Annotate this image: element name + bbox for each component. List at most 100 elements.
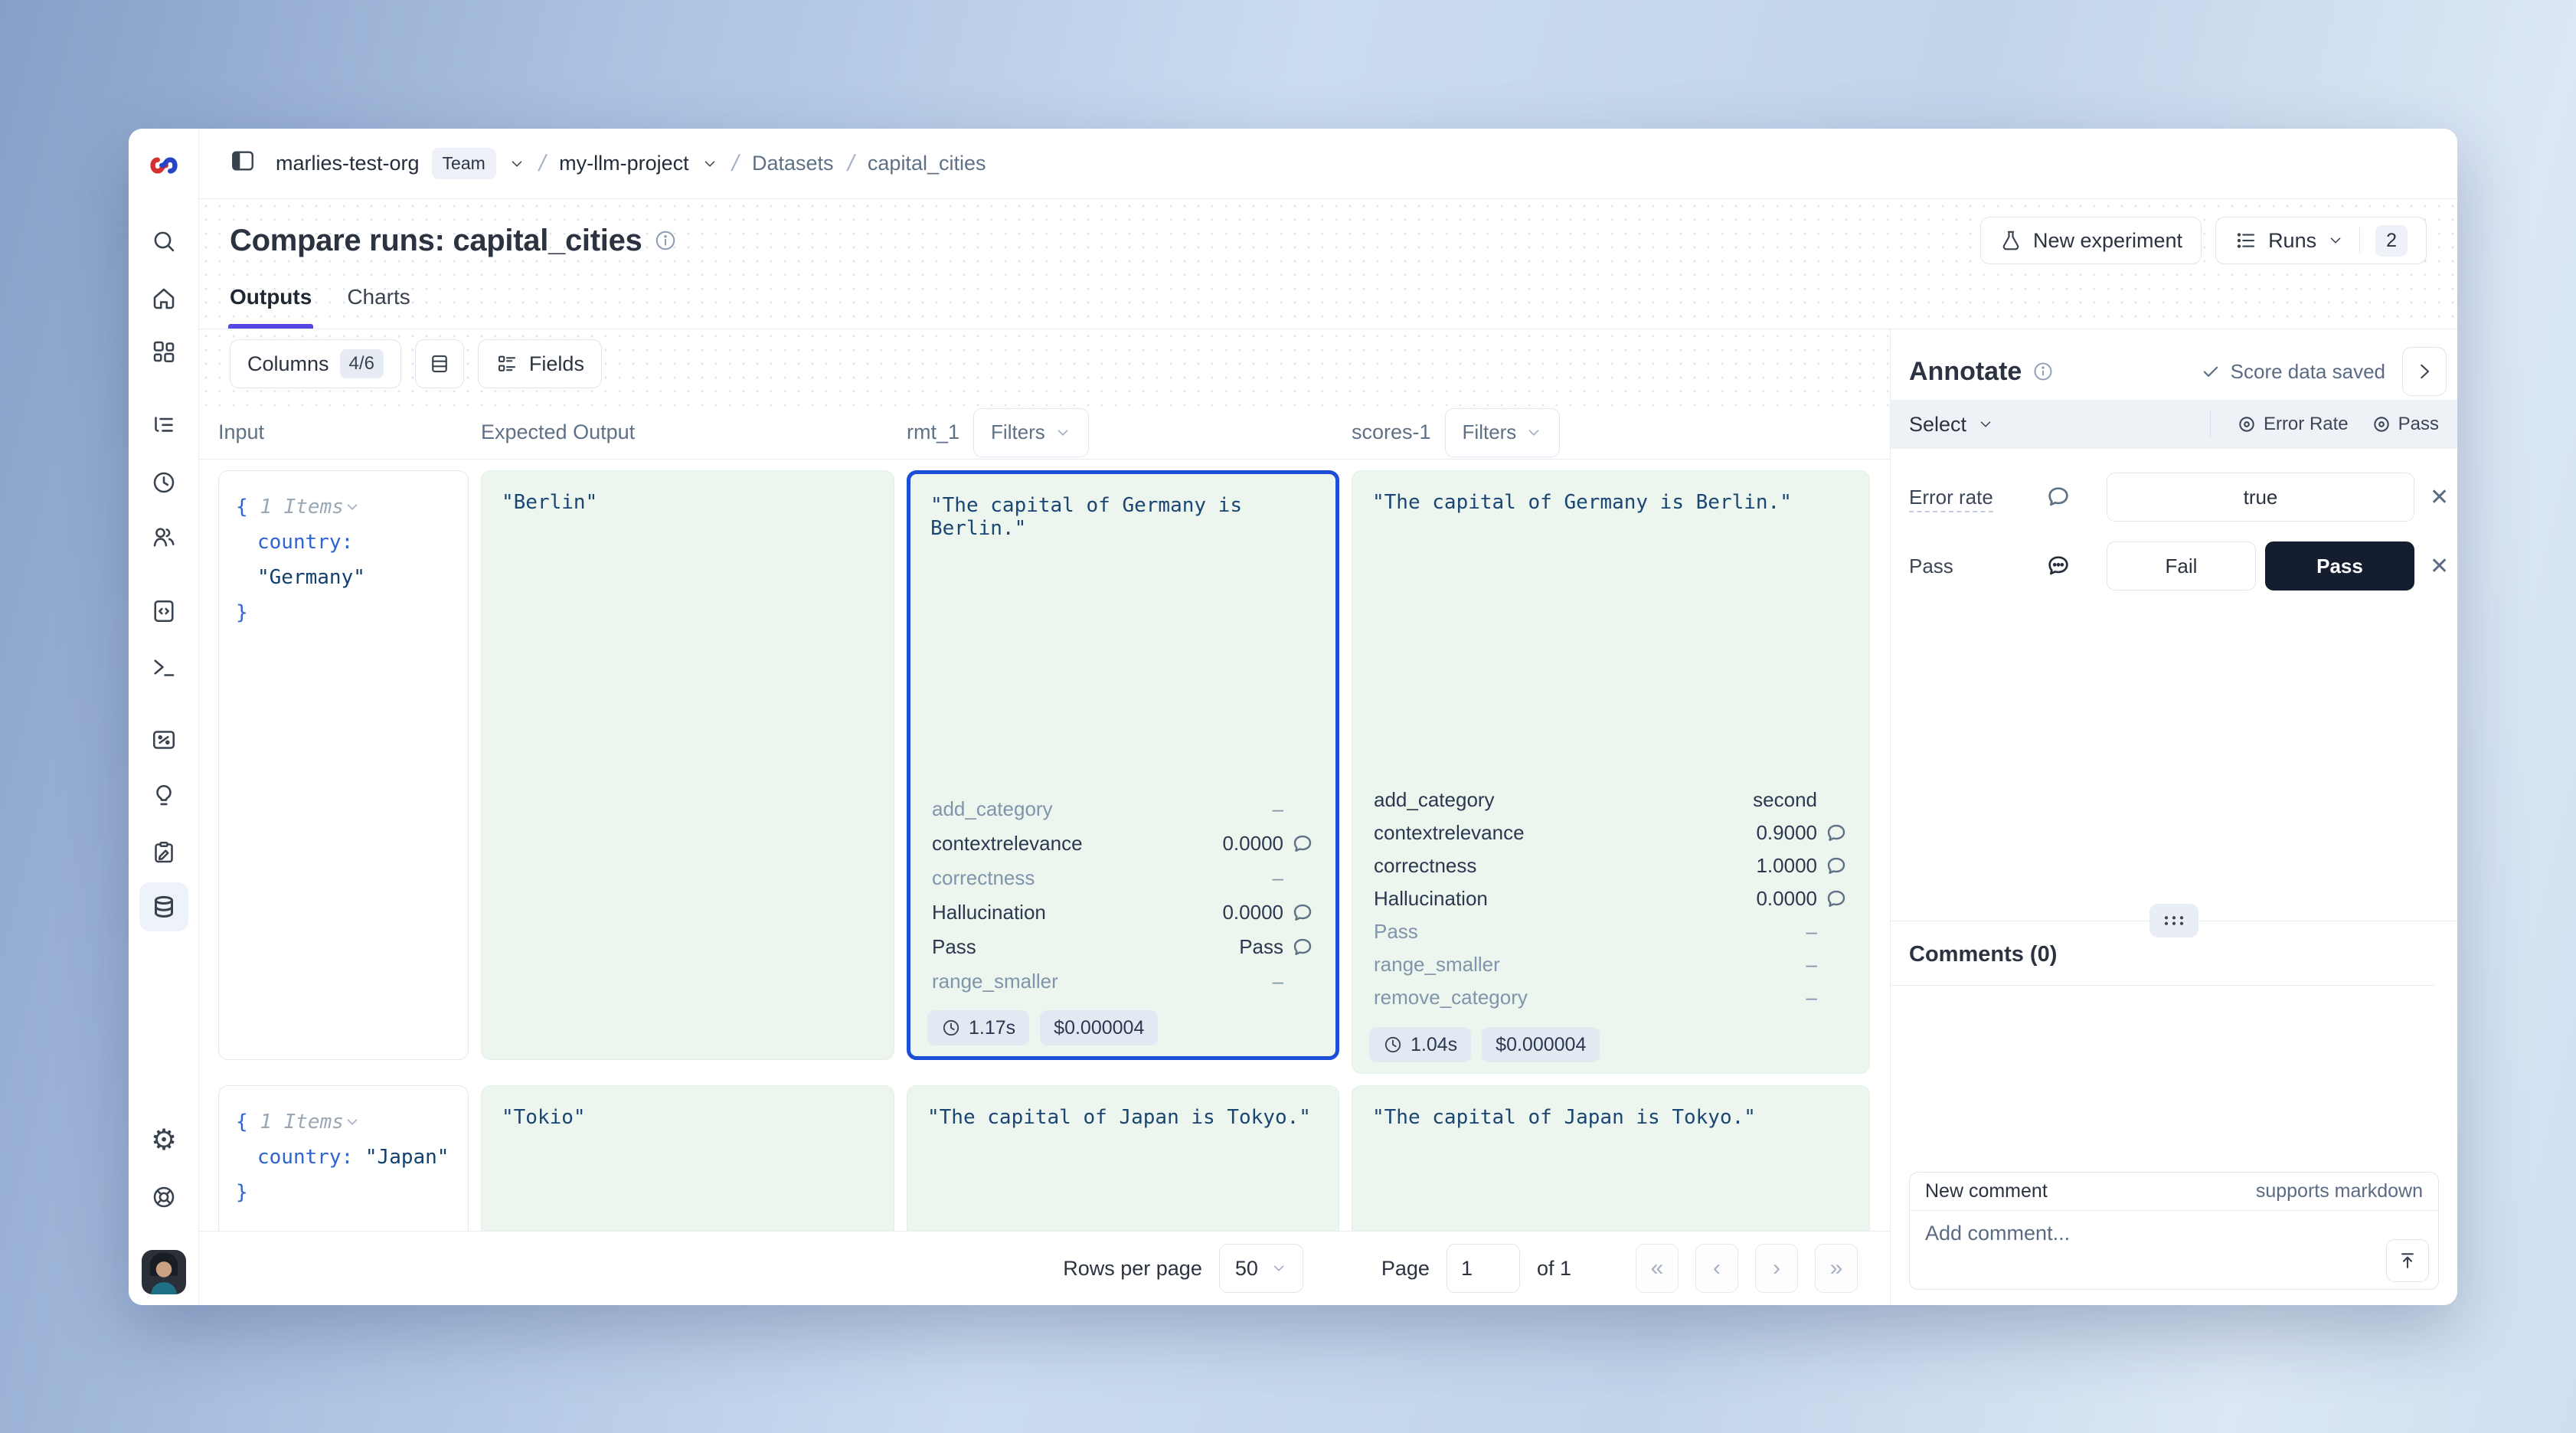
pass-button[interactable]: Pass xyxy=(2265,541,2414,591)
comment-bubble-icon[interactable] xyxy=(1291,936,1314,959)
first-page-button[interactable]: « xyxy=(1636,1244,1679,1293)
input-cell[interactable]: { 1 Items country: "Japan" } xyxy=(218,1085,469,1231)
columns-button[interactable]: Columns 4/6 xyxy=(230,339,401,388)
breadcrumb-datasets[interactable]: Datasets xyxy=(752,152,834,175)
comments-divider xyxy=(1891,985,2434,986)
comment-bubble-dots-icon[interactable] xyxy=(2045,553,2071,579)
submit-comment-button[interactable] xyxy=(2386,1239,2429,1282)
chevron-down-icon[interactable] xyxy=(701,155,718,172)
lightbulb-icon[interactable] xyxy=(150,782,178,810)
cost-badge: $0.000004 xyxy=(1040,1010,1158,1045)
runs-button[interactable]: Runs 2 xyxy=(2215,217,2427,264)
comment-bubble-icon[interactable] xyxy=(1291,901,1314,924)
chevron-down-icon xyxy=(2327,232,2344,249)
comment-textarea[interactable] xyxy=(1910,1211,2438,1290)
rows-per-page-label: Rows per page xyxy=(1063,1257,1202,1281)
run2-name: scores-1 xyxy=(1352,420,1431,444)
scorecard-icon[interactable] xyxy=(150,726,178,754)
divider xyxy=(2359,227,2360,254)
support-lifebuoy-icon[interactable] xyxy=(150,1183,178,1211)
markdown-hint: supports markdown xyxy=(2256,1180,2423,1202)
annotate-title: Annotate xyxy=(1909,357,2022,387)
new-comment-label: New comment xyxy=(1925,1180,2048,1202)
page-title: Compare runs: capital_cities xyxy=(230,224,642,258)
fail-button[interactable]: Fail xyxy=(2107,541,2256,591)
breadcrumb-dataset-name[interactable]: capital_cities xyxy=(868,152,986,175)
fields-button[interactable]: Fields xyxy=(478,339,602,388)
run1-output-cell[interactable]: "The capital of Germany is Berlin." add_… xyxy=(907,470,1339,1060)
run1-metrics: add_category– contextrelevance0.0000 cor… xyxy=(910,792,1335,1008)
last-page-button[interactable]: » xyxy=(1815,1244,1858,1293)
breadcrumb-project[interactable]: my-llm-project xyxy=(559,152,689,175)
next-page-button[interactable]: › xyxy=(1755,1244,1798,1293)
comment-bubble-icon[interactable] xyxy=(1825,822,1848,845)
tab-outputs[interactable]: Outputs xyxy=(230,282,312,329)
run1-output-cell[interactable]: "The capital of Japan is Tokyo." xyxy=(907,1085,1339,1231)
expected-output-cell[interactable]: "Tokio" xyxy=(481,1085,894,1231)
run2-cell-footer: 1.04s $0.000004 xyxy=(1369,1027,1600,1062)
history-clock-icon[interactable] xyxy=(150,469,178,496)
rows-per-page-select[interactable]: 50 xyxy=(1219,1244,1303,1293)
row-height-button[interactable] xyxy=(415,339,464,388)
chevron-down-icon[interactable] xyxy=(344,499,361,515)
table-header-row: Input Expected Output rmt_1 Filters scor… xyxy=(199,406,1890,460)
home-icon[interactable] xyxy=(150,285,178,312)
chevron-down-icon[interactable] xyxy=(508,155,525,172)
users-icon[interactable] xyxy=(150,523,178,551)
column-header-input: Input xyxy=(218,420,469,444)
run2-output-cell[interactable]: "The capital of Germany is Berlin." add_… xyxy=(1352,470,1870,1074)
clear-pass-button[interactable]: ✕ xyxy=(2430,553,2449,580)
user-avatar[interactable] xyxy=(142,1250,186,1294)
datasets-database-icon[interactable] xyxy=(150,893,178,921)
clock-icon xyxy=(1383,1035,1403,1055)
columns-label: Columns xyxy=(247,352,329,376)
comment-bubble-icon[interactable] xyxy=(2045,484,2071,510)
annotation-queue-icon[interactable] xyxy=(150,839,178,866)
comment-bubble-icon[interactable] xyxy=(1825,888,1848,911)
collapse-panel-button[interactable] xyxy=(2402,347,2447,396)
search-icon[interactable] xyxy=(150,227,178,255)
new-experiment-button[interactable]: New experiment xyxy=(1980,217,2202,264)
settings-gear-icon[interactable]: ⚙ xyxy=(150,1126,178,1153)
tracing-tree-icon[interactable] xyxy=(150,412,178,440)
run1-filters-button[interactable]: Filters xyxy=(973,408,1089,457)
tab-charts[interactable]: Charts xyxy=(347,282,410,329)
clear-error-rate-button[interactable]: ✕ xyxy=(2430,484,2449,511)
table-row: { 1 Items country: "Germany" } "Berlin" … xyxy=(218,470,1890,1074)
run2-output-cell[interactable]: "The capital of Japan is Tokyo." xyxy=(1352,1085,1870,1231)
quick-filter-pass[interactable]: Pass xyxy=(2372,414,2439,435)
fields-label: Fields xyxy=(529,352,584,376)
new-experiment-label: New experiment xyxy=(2033,229,2182,253)
table-body: { 1 Items country: "Germany" } "Berlin" … xyxy=(199,460,1890,1231)
flask-icon xyxy=(1999,229,2022,252)
page-number-input[interactable] xyxy=(1447,1244,1520,1293)
icon-sidebar: ⚙ xyxy=(129,129,199,1305)
column-header-expected-output: Expected Output xyxy=(481,420,894,444)
target-icon xyxy=(2372,414,2391,434)
breadcrumb-org[interactable]: marlies-test-org xyxy=(276,152,420,175)
org-type-badge: Team xyxy=(432,148,496,179)
code-file-icon[interactable] xyxy=(150,597,178,625)
info-icon[interactable] xyxy=(2032,361,2054,382)
chevron-down-icon[interactable] xyxy=(344,1114,361,1130)
info-icon[interactable] xyxy=(654,229,677,252)
resize-grip-handle[interactable] xyxy=(2149,904,2198,937)
error-rate-input[interactable] xyxy=(2107,473,2414,522)
list-icon xyxy=(2234,229,2257,252)
run1-cell-footer: 1.17s $0.000004 xyxy=(927,1010,1158,1045)
terminal-icon[interactable] xyxy=(150,653,178,681)
comment-bubble-icon[interactable] xyxy=(1825,855,1848,878)
error-rate-label: Error rate xyxy=(1909,486,2025,509)
dashboard-icon[interactable] xyxy=(150,338,178,365)
input-cell[interactable]: { 1 Items country: "Germany" } xyxy=(218,470,469,1060)
page-label: Page xyxy=(1381,1257,1430,1281)
expected-output-cell[interactable]: "Berlin" xyxy=(481,470,894,1060)
comment-bubble-icon[interactable] xyxy=(1291,833,1314,856)
divider xyxy=(2210,411,2211,438)
run2-filters-button[interactable]: Filters xyxy=(1445,408,1561,457)
chevron-down-icon xyxy=(1525,424,1542,441)
select-dropdown[interactable]: Select xyxy=(1909,413,1994,437)
sidebar-collapse-icon[interactable] xyxy=(230,148,256,179)
quick-filter-error-rate[interactable]: Error Rate xyxy=(2237,414,2349,435)
prev-page-button[interactable]: ‹ xyxy=(1695,1244,1738,1293)
